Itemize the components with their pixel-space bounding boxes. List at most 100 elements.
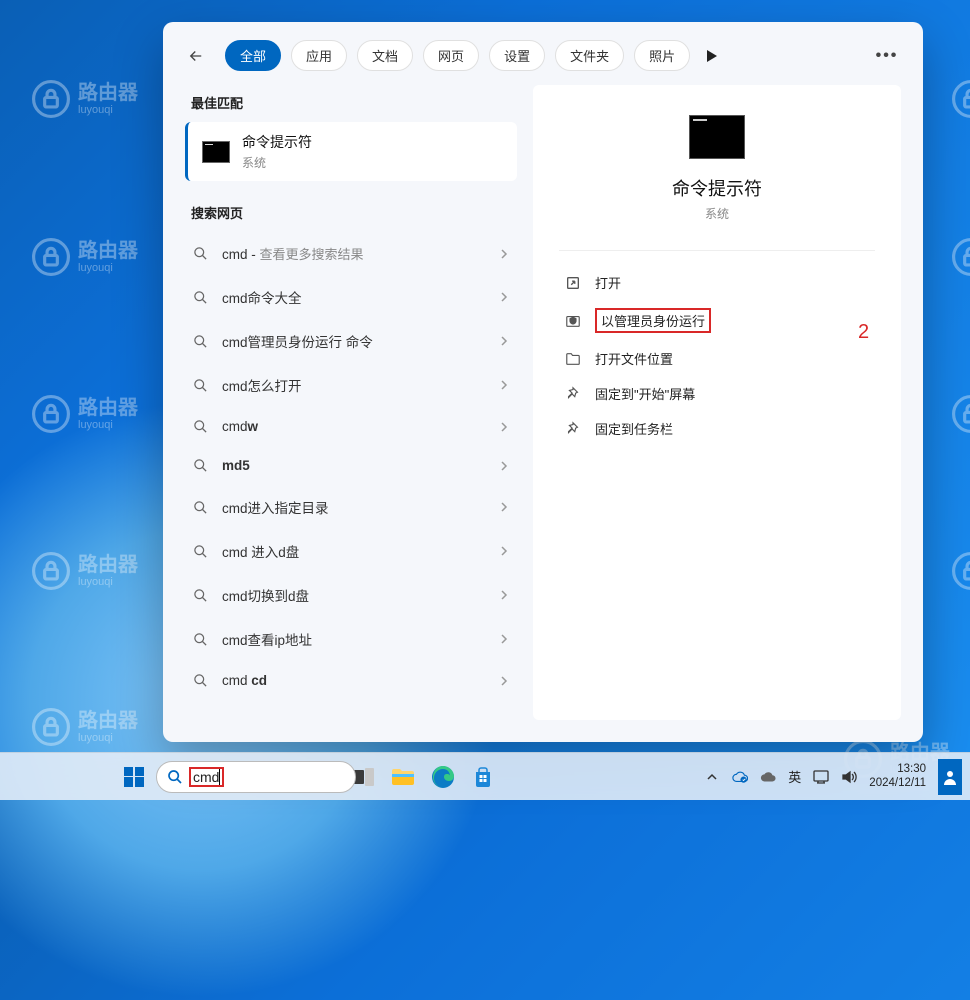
filter-tab-settings[interactable]: 设置 [489,40,545,71]
notifications-button[interactable] [938,759,962,795]
folder-icon [565,351,581,367]
web-result-text: cmd 进入d盘 [222,541,299,561]
action-label: 打开 [595,273,621,292]
preview-title: 命令提示符 [559,175,875,201]
web-result-item[interactable]: cmd切换到d盘 [185,573,517,617]
open-icon [565,275,581,291]
store-icon [473,767,493,787]
pin-icon [565,421,581,437]
web-result-item[interactable]: cmd进入指定目录 [185,485,517,529]
folder-icon [392,768,414,786]
web-result-item[interactable]: cmd 进入d盘 [185,529,517,573]
cmd-icon-large [689,115,745,159]
web-result-text: cmd命令大全 [222,287,302,307]
search-icon [193,588,208,603]
web-result-item[interactable]: cmdw [185,407,517,446]
cmd-icon [202,141,230,163]
best-match-sub: 系统 [242,154,312,171]
action-label: 以管理员身份运行 [595,308,711,333]
system-tray: 英 13:30 2024/12/11 [704,759,962,795]
filter-tab-folders[interactable]: 文件夹 [555,40,624,71]
best-match-title: 命令提示符 [242,132,312,152]
chevron-right-icon [499,379,509,391]
divider [559,250,875,251]
web-result-text: cmd查看ip地址 [222,629,312,649]
taskbar: cmd 1 英 [0,752,970,800]
search-icon [193,458,208,473]
chevron-right-icon [499,291,509,303]
more-button[interactable]: ••• [873,42,901,70]
network-icon[interactable] [813,769,829,785]
web-result-text: cmdw [222,419,258,434]
web-result-item[interactable]: cmd - 查看更多搜索结果 [185,232,517,275]
date: 2024/12/11 [869,777,926,790]
action-pin[interactable]: 固定到"开始"屏幕 [559,376,875,411]
store-button[interactable] [465,759,501,795]
watermark [952,238,970,276]
ethernet-icon [813,770,829,784]
search-icon [193,544,208,559]
search-panel: 全部 应用 文档 网页 设置 文件夹 照片 ••• 最佳匹配 命令提示符 系统 [163,22,923,742]
web-result-item[interactable]: cmd查看ip地址 [185,617,517,661]
search-icon [193,246,208,261]
filter-tabs: 全部 应用 文档 网页 设置 文件夹 照片 [225,40,724,71]
edge-button[interactable] [425,759,461,795]
ime-indicator[interactable]: 英 [788,767,801,786]
filter-tab-docs[interactable]: 文档 [357,40,413,71]
filter-tab-all[interactable]: 全部 [225,40,281,71]
web-result-text: cmd进入指定目录 [222,497,329,517]
search-icon [193,419,208,434]
tray-overflow-button[interactable] [704,769,720,785]
volume-icon[interactable] [841,769,857,785]
action-pin[interactable]: 固定到任务栏 [559,411,875,446]
web-result-item[interactable]: cmd命令大全 [185,275,517,319]
web-result-text: cmd怎么打开 [222,375,302,395]
chevron-right-icon [499,545,509,557]
more-filters-button[interactable] [700,44,724,68]
onedrive-icon[interactable] [732,769,748,785]
watermark: 路由器luyouqi [32,552,138,590]
web-result-item[interactable]: md5 [185,446,517,485]
text-cursor [219,769,220,785]
windows-logo-icon [124,767,144,787]
filter-tab-web[interactable]: 网页 [423,40,479,71]
web-result-item[interactable]: cmd管理员身份运行 命令 [185,319,517,363]
watermark: 路由器luyouqi [32,708,138,746]
chevron-right-icon [499,421,509,433]
search-icon [193,378,208,393]
chevron-right-icon [499,460,509,472]
filter-tab-apps[interactable]: 应用 [291,40,347,71]
chevron-right-icon [499,248,509,260]
search-value: cmd [193,769,219,785]
start-button[interactable] [116,759,152,795]
chevron-right-icon [499,335,509,347]
back-button[interactable] [185,45,207,67]
web-result-text: cmd - 查看更多搜索结果 [222,244,364,263]
action-label: 固定到"开始"屏幕 [595,384,695,403]
action-shield[interactable]: 以管理员身份运行 [559,300,875,341]
file-explorer-button[interactable] [385,759,421,795]
watermark: 路由器luyouqi [32,395,138,433]
taskbar-search-box[interactable]: cmd [156,761,356,793]
chevron-up-icon [706,771,718,783]
search-icon [193,290,208,305]
watermark: 路由器luyouqi [32,80,138,118]
web-result-item[interactable]: cmd cd [185,661,517,700]
filter-tab-photos[interactable]: 照片 [634,40,690,71]
web-result-text: cmd管理员身份运行 命令 [222,331,373,351]
chevron-right-icon [499,501,509,513]
web-result-text: cmd cd [222,673,267,688]
search-icon [167,769,183,785]
lock-icon [32,80,70,118]
web-result-item[interactable]: cmd怎么打开 [185,363,517,407]
web-results-list: cmd - 查看更多搜索结果 cmd命令大全 cmd管理员身份运行 命令 cmd怎么打… [185,232,517,700]
action-open[interactable]: 打开 [559,265,875,300]
weather-icon[interactable] [760,769,776,785]
cloud-sync-icon [732,770,748,784]
shield-icon [565,313,581,329]
search-icon [193,334,208,349]
action-label: 固定到任务栏 [595,419,673,438]
action-folder[interactable]: 打开文件位置 [559,341,875,376]
clock[interactable]: 13:30 2024/12/11 [869,763,926,789]
best-match-result[interactable]: 命令提示符 系统 [185,122,517,181]
